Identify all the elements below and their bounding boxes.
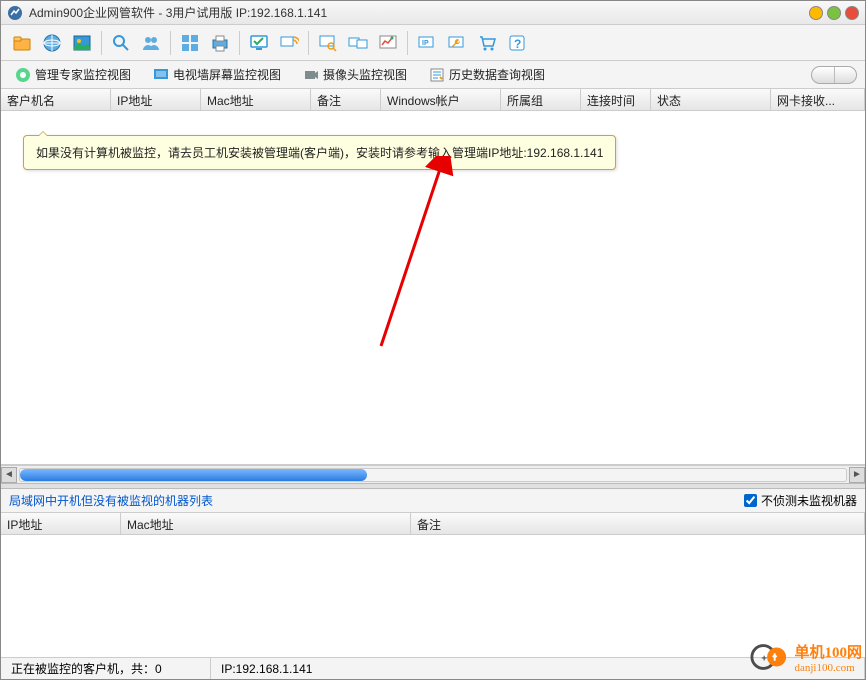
col-remark[interactable]: 备注 [311, 89, 381, 110]
maximize-button[interactable] [827, 6, 841, 20]
lcol-mac[interactable]: Mac地址 [121, 513, 411, 534]
col-client-name[interactable]: 客户机名 [1, 89, 111, 110]
printer-icon[interactable] [207, 30, 233, 56]
history-icon [429, 67, 445, 83]
toolbar: IP ? [1, 25, 865, 61]
no-detect-checkbox[interactable]: 不侦测未监视机器 [744, 492, 857, 509]
admin-monitor-icon [15, 67, 31, 83]
main-table-header: 客户机名 IP地址 Mac地址 备注 Windows帐户 所属组 连接时间 状态… [1, 89, 865, 111]
watermark-icon: + [750, 638, 788, 676]
window-buttons [809, 6, 859, 20]
lcol-ip[interactable]: IP地址 [1, 513, 121, 534]
close-button[interactable] [845, 6, 859, 20]
globe-icon[interactable] [39, 30, 65, 56]
lcol-remark[interactable]: 备注 [411, 513, 865, 534]
no-detect-input[interactable] [744, 494, 757, 507]
grid-icon[interactable] [177, 30, 203, 56]
col-status[interactable]: 状态 [651, 89, 771, 110]
hint-text: 如果没有计算机被监控，请去员工机安装被管理端(客户端)，安装时请参考输入管理端I… [36, 146, 603, 160]
col-mac[interactable]: Mac地址 [201, 89, 311, 110]
folder-icon[interactable] [9, 30, 35, 56]
col-ip[interactable]: IP地址 [111, 89, 201, 110]
svg-text:IP: IP [422, 40, 429, 47]
svg-text:?: ? [514, 37, 521, 51]
watermark-title: 单机100网 [794, 641, 862, 662]
tv-wall-icon [153, 67, 169, 83]
no-detect-label: 不侦测未监视机器 [761, 492, 857, 509]
main-table-body: 如果没有计算机被监控，请去员工机安装被管理端(客户端)，安装时请参考输入管理端I… [1, 111, 865, 465]
scroll-thumb[interactable] [20, 469, 367, 481]
window-title: Admin900企业网管软件 - 3用户试用版 IP:192.168.1.141 [29, 4, 809, 21]
tab-label: 管理专家监控视图 [35, 66, 131, 83]
tab-camera[interactable]: 摄像头监控视图 [297, 63, 413, 86]
minimize-button[interactable] [809, 6, 823, 20]
annotation-arrow-icon [371, 156, 461, 356]
scroll-left-icon[interactable]: ◄ [1, 467, 17, 483]
tab-admin-monitor[interactable]: 管理专家监控视图 [9, 63, 137, 86]
lower-table-header: IP地址 Mac地址 备注 [1, 513, 865, 535]
view-tabs: 管理专家监控视图 电视墙屏幕监控视图 摄像头监控视图 历史数据查询视图 [1, 61, 865, 89]
wrench-icon[interactable] [444, 30, 470, 56]
col-group[interactable]: 所属组 [501, 89, 581, 110]
scroll-track[interactable] [19, 468, 847, 482]
watermark: + 单机100网 danji100.com [750, 638, 862, 676]
horizontal-scrollbar[interactable]: ◄ ► [1, 465, 865, 483]
screen-search-icon[interactable] [315, 30, 341, 56]
tab-history[interactable]: 历史数据查询视图 [423, 63, 551, 86]
screens-icon[interactable] [345, 30, 371, 56]
ip-icon[interactable]: IP [414, 30, 440, 56]
image-icon[interactable] [69, 30, 95, 56]
watermark-url: danji100.com [794, 662, 862, 674]
chart-icon[interactable] [375, 30, 401, 56]
tab-label: 电视墙屏幕监控视图 [173, 66, 281, 83]
status-client-count: 正在被监控的客户机，共：0 [1, 658, 211, 679]
titlebar: Admin900企业网管软件 - 3用户试用版 IP:192.168.1.141 [1, 1, 865, 25]
col-connect-time[interactable]: 连接时间 [581, 89, 651, 110]
lower-title: 局域网中开机但没有被监视的机器列表 [9, 492, 744, 509]
help-icon[interactable]: ? [504, 30, 530, 56]
monitor-icon[interactable] [246, 30, 272, 56]
tab-label: 摄像头监控视图 [323, 66, 407, 83]
view-toggle[interactable] [811, 66, 857, 84]
lower-header: 局域网中开机但没有被监视的机器列表 不侦测未监视机器 [1, 489, 865, 513]
tab-label: 历史数据查询视图 [449, 66, 545, 83]
cart-icon[interactable] [474, 30, 500, 56]
search-icon[interactable] [108, 30, 134, 56]
col-windows-user[interactable]: Windows帐户 [381, 89, 501, 110]
statusbar: 正在被监控的客户机，共：0 IP:192.168.1.141 [1, 657, 865, 679]
scroll-right-icon[interactable]: ► [849, 467, 865, 483]
users-icon[interactable] [138, 30, 164, 56]
col-nic-recv[interactable]: 网卡接收... [771, 89, 865, 110]
hint-tooltip: 如果没有计算机被监控，请去员工机安装被管理端(客户端)，安装时请参考输入管理端I… [23, 135, 616, 170]
tab-tv-wall[interactable]: 电视墙屏幕监控视图 [147, 63, 287, 86]
camera-icon [303, 67, 319, 83]
app-icon [7, 5, 23, 21]
svg-text:+: + [762, 653, 768, 664]
lower-panel: 局域网中开机但没有被监视的机器列表 不侦测未监视机器 IP地址 Mac地址 备注 [1, 489, 865, 657]
lower-table-body [1, 535, 865, 657]
remote-icon[interactable] [276, 30, 302, 56]
